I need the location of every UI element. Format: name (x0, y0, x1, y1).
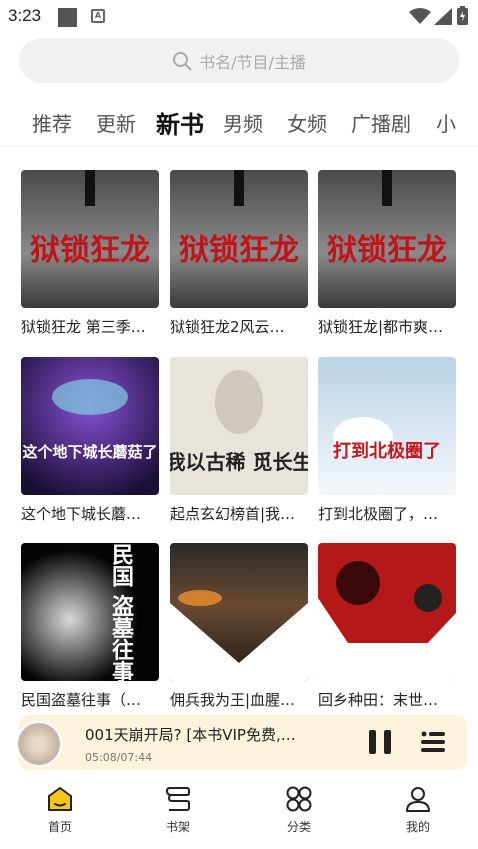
tab-new-books[interactable]: 新书 (156, 105, 204, 140)
now-playing-title: 001天崩开局? [本书VIP免费,… (85, 726, 296, 744)
book-title: 起点玄幻榜首|我… (170, 505, 296, 523)
profile-icon (406, 787, 430, 812)
book-cover: 我以古稀 觅长生 (170, 357, 308, 495)
svg-text:狱锁狂龙: 狱锁狂龙 (30, 233, 150, 268)
search-icon (173, 51, 192, 70)
notification-icon (58, 8, 77, 27)
search-bar[interactable]: 书名/节目/主播 (19, 38, 459, 83)
tab-update[interactable]: 更新 (96, 108, 136, 137)
wifi-icon (409, 8, 431, 24)
tab-male[interactable]: 男频 (223, 108, 263, 137)
book-cover: 狱锁狂龙 (170, 170, 308, 308)
book-card[interactable]: 狱锁狂龙 狱锁狂龙2风云… (170, 170, 310, 337)
book-title: 狱锁狂龙2风云… (170, 318, 285, 336)
svg-text:这个地下城长蘑菇了: 这个地下城长蘑菇了 (22, 443, 157, 461)
now-playing-time: 05:08/07:44 (85, 751, 153, 764)
bookshelf-icon (165, 787, 190, 811)
tab-recommend[interactable]: 推荐 (32, 108, 72, 137)
category-icon (286, 786, 312, 812)
home-icon (48, 787, 72, 811)
status-time: 3:23 (8, 6, 42, 25)
book-card[interactable]: 民国 盗墓往事 民国盗墓往事（… (21, 543, 161, 710)
book-cover (170, 543, 308, 681)
bottom-nav: 首页 书架 分类 我的 (0, 780, 478, 849)
book-title: 狱锁狂龙|都市爽… (318, 318, 444, 336)
book-title: 回乡种田：末世… (318, 691, 439, 709)
book-card[interactable]: 回乡种田：末世… (318, 543, 458, 710)
book-title: 打到北极圈了，… (318, 505, 439, 523)
svg-text:民国 盗墓往事: 民国 盗墓往事 (108, 543, 135, 681)
mini-player[interactable]: 001天崩开局? [本书VIP免费,… 05:08/07:44 (16, 715, 467, 770)
book-card[interactable]: 狱锁狂龙 狱锁狂龙 第三季… (21, 170, 161, 337)
svg-text:狱锁狂龙: 狱锁狂龙 (179, 233, 299, 268)
svg-text:打到北极圈了: 打到北极圈了 (333, 440, 441, 462)
signal-icon (434, 8, 452, 25)
playlist-icon[interactable] (421, 729, 445, 755)
battery-icon (457, 6, 468, 25)
book-cover: 打到北极圈了 (318, 357, 456, 495)
book-cover: 这个地下城长蘑菇了 (21, 357, 159, 495)
book-card[interactable]: 狱锁狂龙 狱锁狂龙|都市爽… (318, 170, 458, 337)
status-bar: 3:23 A (0, 0, 478, 32)
book-cover (318, 543, 456, 681)
book-cover: 狱锁狂龙 (21, 170, 159, 308)
nav-category[interactable]: 分类 (259, 784, 339, 835)
book-title: 民国盗墓往事（… (21, 691, 142, 709)
tab-radio-drama[interactable]: 广播剧 (351, 108, 411, 137)
book-card[interactable]: 打到北极圈了 打到北极圈了，… (318, 357, 458, 524)
book-card[interactable]: 佣兵我为王|血腥… (170, 543, 310, 710)
book-title: 佣兵我为王|血腥… (170, 691, 296, 709)
book-card[interactable]: 我以古稀 觅长生 起点玄幻榜首|我… (170, 357, 310, 524)
book-title: 狱锁狂龙 第三季… (21, 318, 146, 336)
category-tabs: 推荐 更新 新书 男频 女频 广播剧 小 (0, 100, 478, 147)
svg-text:我以古稀 觅长生: 我以古稀 觅长生 (170, 450, 308, 474)
book-title: 这个地下城长蘑… (21, 505, 142, 523)
nav-profile[interactable]: 我的 (378, 784, 458, 835)
svg-text:狱锁狂龙: 狱锁狂龙 (327, 233, 447, 268)
nav-home[interactable]: 首页 (20, 784, 100, 835)
pause-button[interactable] (367, 728, 393, 756)
book-card[interactable]: 这个地下城长蘑菇了 这个地下城长蘑… (21, 357, 161, 524)
search-placeholder: 书名/节目/主播 (199, 52, 306, 72)
book-cover: 狱锁狂龙 (318, 170, 456, 308)
tab-more[interactable]: 小 (436, 108, 456, 137)
app-notification-icon: A (91, 9, 105, 23)
nav-bookshelf[interactable]: 书架 (138, 784, 218, 835)
tab-female[interactable]: 女频 (287, 108, 327, 137)
now-playing-cover (16, 721, 62, 767)
book-cover: 民国 盗墓往事 (21, 543, 159, 681)
